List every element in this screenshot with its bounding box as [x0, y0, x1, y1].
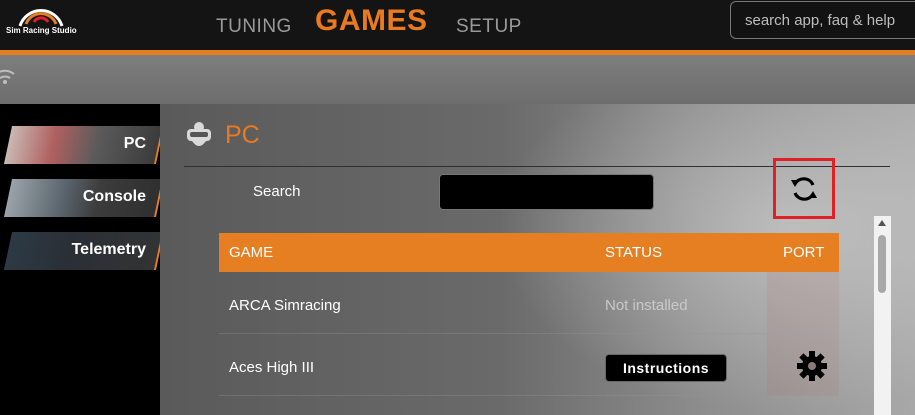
game-status: Not installed: [605, 297, 688, 314]
games-table: GAME STATUS PORT ARCA Simracing Not inst…: [219, 233, 839, 396]
column-header-game[interactable]: GAME: [229, 244, 273, 261]
refresh-button[interactable]: [773, 158, 835, 219]
port-cell: [767, 272, 839, 333]
gear-icon[interactable]: [796, 350, 828, 382]
sidebar: PC Console Telemetry: [0, 104, 165, 415]
logo-text: Sim Racing Studio: [6, 26, 77, 35]
sidebar-item-label: Telemetry: [71, 241, 146, 258]
vr-headset-icon: [187, 122, 211, 146]
wifi-icon: [0, 69, 15, 84]
table-header: GAME STATUS PORT: [219, 233, 839, 272]
game-name: Aces High III: [229, 359, 315, 376]
games-panel: PC Search GAME STATUS PORT ARCA Simracin…: [160, 104, 915, 415]
status-bar: [0, 55, 915, 104]
nav-games[interactable]: GAMES: [315, 4, 428, 38]
table-row[interactable]: ARCA Simracing Not installed: [219, 272, 839, 334]
sidebar-item-label: PC: [123, 135, 146, 152]
scroll-up-icon[interactable]: [878, 220, 886, 226]
instructions-button[interactable]: Instructions: [605, 354, 727, 382]
top-bar: Sim Racing Studio TUNING GAMES SETUP: [0, 0, 915, 50]
nav-tuning[interactable]: TUNING: [216, 16, 292, 38]
sidebar-item-telemetry[interactable]: Telemetry: [3, 232, 165, 270]
table-row[interactable]: Aces High III Instructions: [219, 334, 839, 396]
column-header-port[interactable]: PORT: [783, 244, 824, 261]
scrollbar[interactable]: [874, 216, 891, 415]
scroll-thumb[interactable]: [878, 235, 886, 293]
game-search-input[interactable]: [439, 174, 654, 210]
column-header-status[interactable]: STATUS: [605, 244, 662, 261]
sidebar-item-console[interactable]: Console: [3, 179, 165, 217]
global-search-input[interactable]: [730, 1, 915, 39]
logo-icon: [18, 9, 64, 27]
nav-setup[interactable]: SETUP: [456, 16, 522, 38]
refresh-icon: [791, 177, 817, 201]
game-name: ARCA Simracing: [229, 297, 341, 314]
search-label: Search: [253, 183, 301, 200]
sidebar-item-label: Console: [82, 188, 146, 205]
page-title: PC: [225, 121, 260, 149]
sidebar-item-pc[interactable]: PC: [3, 126, 165, 164]
